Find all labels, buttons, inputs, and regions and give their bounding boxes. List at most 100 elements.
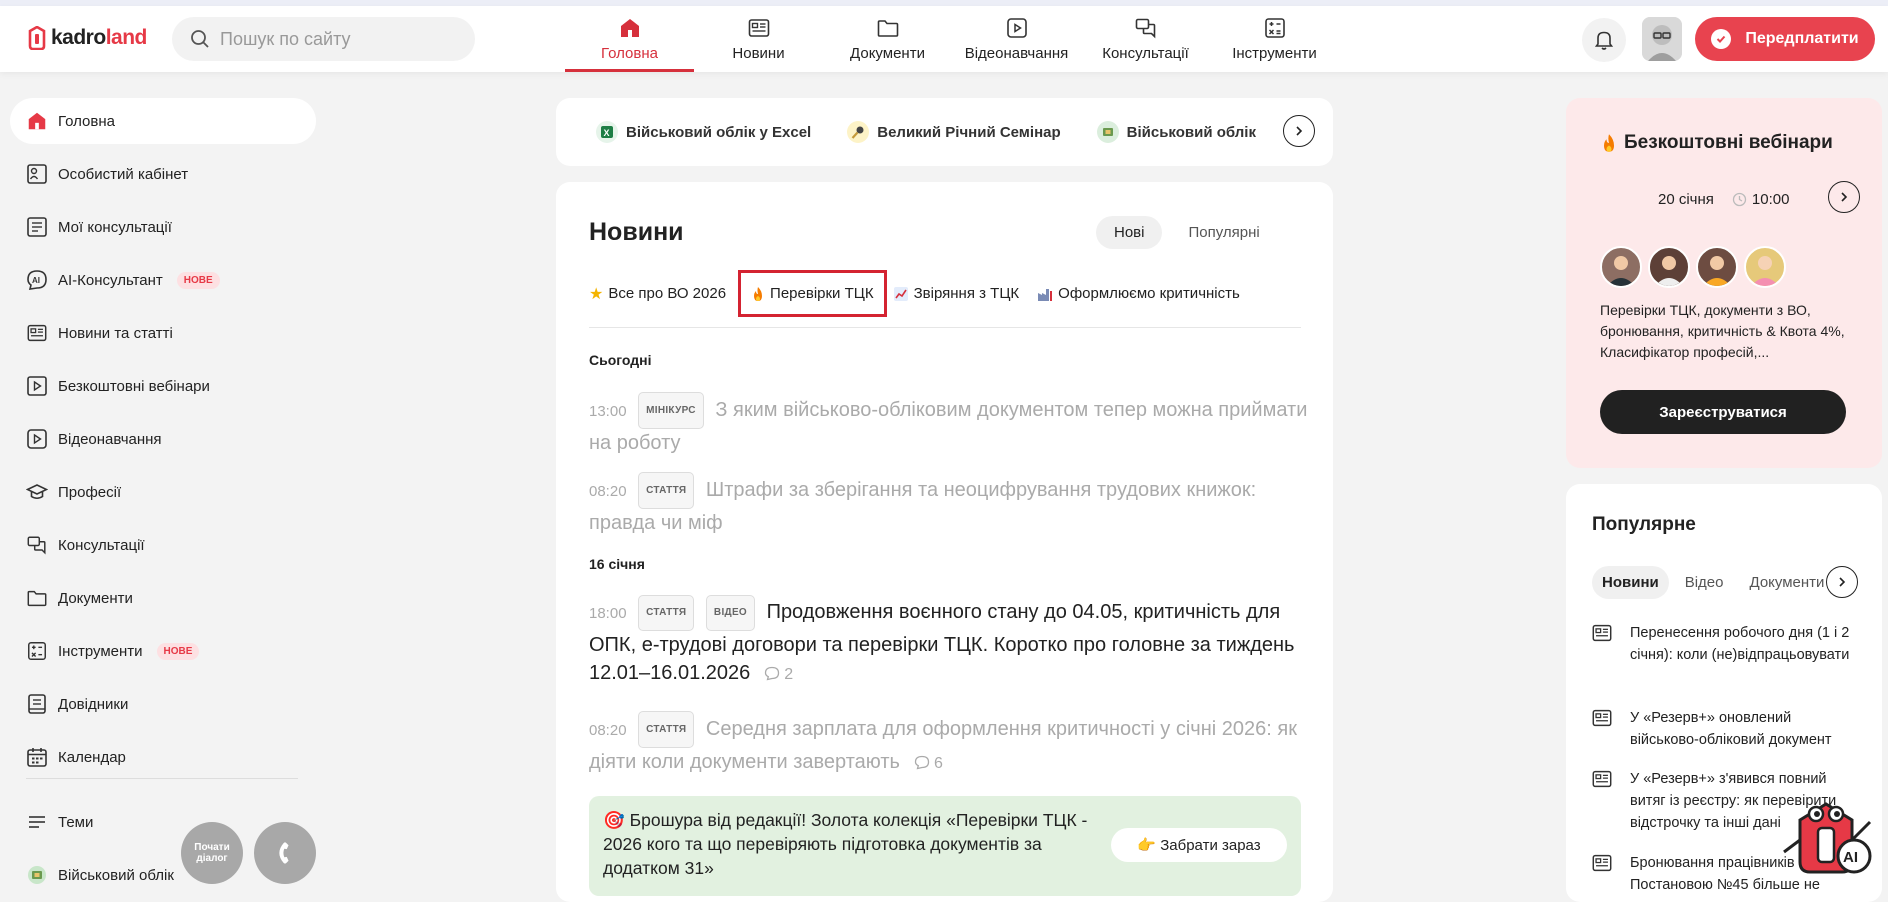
sidebar-item-documents[interactable]: Документи	[10, 575, 316, 621]
comments-count[interactable]: 6	[914, 755, 943, 772]
nav-video[interactable]: Відеонавчання	[952, 6, 1081, 72]
news-item[interactable]: 18:00 СТАТТЯ ВІДЕО Продовження воєнного …	[589, 595, 1309, 689]
popular-tab-video[interactable]: Відео	[1675, 566, 1734, 599]
promo-item-label: Військовий облік	[1126, 123, 1256, 141]
webinar-icon	[27, 376, 47, 396]
tag-criticality[interactable]: Оформлюємо критичність	[1037, 275, 1240, 312]
popular-tab-documents[interactable]: Документи	[1740, 566, 1835, 599]
news-separator	[589, 327, 1301, 328]
comments-count[interactable]: 2	[764, 666, 793, 683]
avatar-icon	[1642, 17, 1682, 61]
sidebar-item-video[interactable]: Відеонавчання	[10, 416, 316, 462]
logo[interactable]: kadro land	[27, 26, 147, 50]
search-input[interactable]	[220, 28, 450, 50]
nav-documents-label: Документи	[850, 45, 925, 62]
user-avatar[interactable]	[1642, 17, 1682, 61]
sidebar-item-label: Інструменти	[58, 642, 143, 660]
news-time: 08:20	[589, 722, 627, 739]
folder-icon	[877, 20, 898, 37]
news-tags: ★ Все про ВО 2026 Перевірки ТЦК Звіряння…	[589, 270, 1258, 317]
chevron-right-icon	[1296, 126, 1303, 136]
nav-tools[interactable]: Інструменти	[1210, 6, 1339, 72]
tab-new[interactable]: Нові	[1096, 216, 1163, 249]
webinar-next-button[interactable]	[1828, 181, 1860, 213]
promo-item-label: Великий Річний Семінар	[877, 123, 1061, 141]
news-chip: ВІДЕО	[705, 595, 755, 631]
news-time: 13:00	[589, 403, 627, 420]
tag-vo-2026[interactable]: ★ Все про ВО 2026	[589, 274, 726, 314]
news-icon	[1592, 624, 1612, 642]
webinar-speakers	[1600, 246, 1786, 288]
phone-icon	[279, 842, 289, 864]
sidebar-item-consultations[interactable]: Консультації	[10, 522, 316, 568]
sidebar-item-label: Безкоштовні вебінари	[58, 377, 210, 395]
nav-tools-label: Інструменти	[1232, 45, 1317, 62]
tag-label: Перевірки ТЦК	[770, 285, 874, 302]
news-item-title[interactable]: Середня зарплата для оформлення критично…	[589, 718, 1297, 773]
sidebar-item-references[interactable]: Довідники	[10, 681, 316, 727]
chevron-right-icon	[1839, 577, 1846, 587]
news-chip: СТАТТЯ	[638, 595, 695, 631]
popular-item[interactable]: У «Резерв+» оновлений військово-облікови…	[1590, 707, 1860, 751]
speaker-avatar	[1744, 246, 1786, 288]
tag-label: Все про ВО 2026	[608, 285, 727, 302]
start-dialog-button[interactable]: Почати діалог	[181, 822, 243, 884]
news-item[interactable]: 08:20 СТАТТЯ Середня зарплата для оформл…	[589, 711, 1309, 778]
nav-consultations[interactable]: Консультації	[1081, 6, 1210, 72]
ai-robot-icon: AI	[1783, 802, 1872, 874]
news-item[interactable]: 13:00 МІНІКУРС З яким військово-облікови…	[589, 392, 1309, 458]
tab-popular[interactable]: Популярні	[1170, 216, 1277, 249]
webinar-time: 10:00	[1751, 191, 1790, 208]
promo-item-seminar[interactable]: Великий Річний Семінар	[847, 121, 1061, 143]
day-heading-today: Сьогодні	[589, 352, 652, 368]
sidebar-item-professions[interactable]: Професії	[10, 469, 316, 515]
fire-icon	[1604, 134, 1614, 152]
tag-tck-reconciliation[interactable]: Звіряння з ТЦК	[893, 275, 1019, 312]
sidebar-item-ai-consultant[interactable]: AI AI-Консультант НОВЕ	[10, 257, 316, 303]
folder-icon	[27, 590, 47, 607]
main-nav: Головна Новини Документи Відеонавчання К…	[565, 6, 1339, 72]
sidebar-item-label: AI-Консультант	[58, 271, 163, 289]
sidebar-item-tools[interactable]: Інструменти НОВЕ	[10, 628, 316, 674]
nav-news[interactable]: Новини	[694, 6, 823, 72]
webinar-time-group: 10:00	[1732, 191, 1790, 208]
logo-icon	[28, 26, 46, 50]
popular-item[interactable]: Перенесення робочого дня (1 і 2 січня): …	[1590, 622, 1860, 666]
sidebar-item-cabinet[interactable]: Особистий кабінет	[10, 151, 316, 197]
tag-label: Оформлюємо критичність	[1058, 285, 1240, 302]
brochure-banner: 🎯 Брошура від редакції! Золота колекція …	[589, 796, 1301, 896]
get-brochure-button[interactable]: 👉 Забрати зараз	[1111, 828, 1287, 862]
promo-next-button[interactable]	[1283, 115, 1315, 147]
search-box[interactable]	[172, 17, 475, 61]
sidebar-item-home[interactable]: Головна	[10, 98, 316, 144]
promo-item-excel[interactable]: X Військовий облік у Excel	[596, 121, 811, 143]
news-item-title[interactable]: Продовження воєнного стану до 04.05, кри…	[589, 601, 1294, 684]
sidebar-item-calendar[interactable]: Календар	[10, 734, 316, 780]
sidebar-item-webinars[interactable]: Безкоштовні вебінари	[10, 363, 316, 409]
register-button[interactable]: Зареєструватися	[1600, 390, 1846, 434]
news-item[interactable]: 08:20 СТАТТЯ Штрафи за зберігання та нео…	[589, 472, 1309, 538]
promo-item-military[interactable]: Військовий облік	[1096, 121, 1256, 143]
popular-tabs-next-button[interactable]	[1826, 566, 1858, 598]
nav-home[interactable]: Головна	[565, 6, 694, 72]
speaker-avatar	[1600, 246, 1642, 288]
nav-home-label: Головна	[601, 45, 658, 62]
logo-text-land: land	[105, 26, 148, 49]
sidebar-item-label: Новини та статті	[58, 324, 173, 342]
factory-icon	[1038, 288, 1053, 301]
sidebar-item-label: Документи	[58, 589, 133, 607]
comments-count-value: 6	[933, 755, 943, 772]
popular-tab-news[interactable]: Новини	[1592, 566, 1669, 599]
call-button[interactable]	[254, 822, 316, 884]
nav-documents[interactable]: Документи	[823, 6, 952, 72]
svg-text:AI: AI	[32, 276, 40, 285]
ai-assistant-button[interactable]: AI	[1780, 790, 1876, 880]
new-badge: НОВЕ	[156, 642, 200, 660]
tools-icon	[1264, 18, 1285, 38]
sidebar-item-news[interactable]: Новини та статті	[10, 310, 316, 356]
subscribe-button[interactable]: Передплатити	[1695, 17, 1875, 61]
notifications-button[interactable]	[1582, 18, 1626, 62]
sidebar-item-my-consultations[interactable]: Мої консультації	[10, 204, 316, 250]
sidebar-item-label: Мої консультації	[58, 218, 172, 236]
tag-tck-checks[interactable]: Перевірки ТЦК	[738, 270, 887, 317]
